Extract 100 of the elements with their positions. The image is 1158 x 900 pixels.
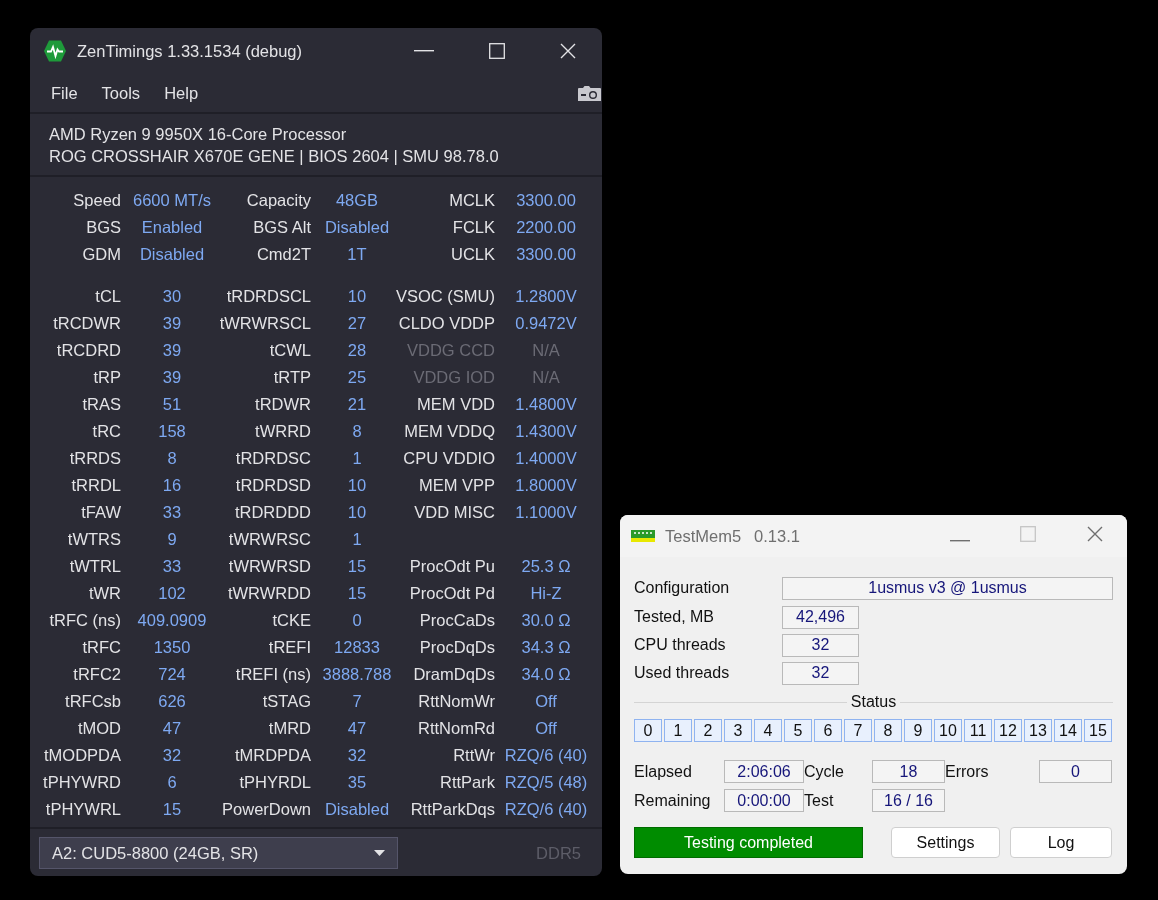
value-field: 32 — [782, 633, 859, 657]
timing-label: BGS — [86, 218, 121, 237]
timing-value: 39 — [162, 341, 182, 360]
value-field: 32 — [782, 661, 859, 685]
timing-label: tRFC (ns) — [49, 611, 121, 630]
field-label: Tested, MB — [634, 608, 716, 626]
timing-value: 39 — [162, 368, 182, 387]
timing-value: Disabled — [324, 800, 390, 819]
timing-label: MEM VPP — [418, 476, 495, 495]
timing-label: Capacity — [246, 191, 311, 210]
menu-item[interactable]: File — [51, 83, 78, 103]
value-field: 0:00:00 — [724, 789, 804, 812]
timing-label: tRDRDDD — [234, 503, 311, 522]
timing-value: 28 — [347, 341, 367, 360]
timing-value: 10 — [347, 287, 367, 306]
value-field: 18 — [872, 760, 945, 783]
timing-label: RttNomRd — [418, 719, 495, 738]
section-heading: Status — [849, 693, 898, 711]
timing-label: tFAW — [81, 503, 121, 522]
timing-value: 32 — [162, 746, 182, 765]
timing-label: RttWr — [453, 746, 495, 765]
thread-indicator: 1 — [664, 719, 692, 742]
timing-value: 1T — [347, 245, 367, 264]
timing-label: tWRRD — [255, 422, 311, 441]
status-banner: Testing completed — [634, 827, 863, 858]
thread-indicator: 13 — [1024, 719, 1052, 742]
timing-value: 2200.00 — [516, 218, 576, 237]
timing-label: CLDO VDDP — [398, 314, 495, 333]
timing-label: DramDqDs — [413, 665, 495, 684]
field-label: Cycle — [804, 762, 845, 781]
timing-value: Enabled — [141, 218, 203, 237]
field-label: CPU threads — [634, 636, 727, 654]
settings-button[interactable]: Settings — [891, 827, 1000, 858]
timing-label: RttParkDqs — [410, 800, 495, 819]
timing-label: MCLK — [449, 191, 495, 210]
timing-label: tWRWRDD — [227, 584, 311, 603]
timing-value: 33 — [162, 503, 182, 522]
timing-value: 3888.788 — [322, 665, 392, 684]
module-dropdown[interactable]: A2: CUD5-8800 (24GB, SR) — [39, 837, 398, 869]
timing-label: tWTRS — [67, 530, 121, 549]
timing-value: 47 — [162, 719, 182, 738]
timing-value: 15 — [347, 584, 367, 603]
thread-indicator: 5 — [784, 719, 812, 742]
timing-label: PowerDown — [222, 800, 311, 819]
menu-item[interactable]: Tools — [101, 83, 141, 103]
timing-label: ProcDqDs — [419, 638, 495, 657]
field-label: Test — [804, 791, 835, 810]
timing-label: FCLK — [452, 218, 495, 237]
timing-label: Cmd2T — [256, 245, 311, 264]
window-title: TestMem5 — [665, 526, 742, 546]
timing-label: tWRWRSC — [228, 530, 311, 549]
timing-label: GDM — [82, 245, 121, 264]
thread-indicator: 11 — [964, 719, 992, 742]
window-title: ZenTimings 1.33.1534 (debug) — [77, 41, 304, 61]
timing-label: tMRDPDA — [234, 746, 311, 765]
timing-value: 30 — [162, 287, 182, 306]
timing-label: tRDRDSC — [235, 449, 311, 468]
timing-value: RZQ/6 (40) — [504, 800, 588, 819]
minimize-icon[interactable] — [949, 540, 970, 542]
maximize-icon[interactable] — [489, 43, 505, 59]
timing-label: Speed — [73, 191, 121, 210]
timing-label: tRFC — [82, 638, 121, 657]
timing-value: 158 — [158, 422, 186, 441]
menu-item[interactable]: Help — [164, 83, 199, 103]
timing-value: 1.2800V — [515, 287, 577, 306]
log-button[interactable]: Log — [1010, 827, 1112, 858]
timing-value: 35 — [347, 773, 367, 792]
timing-value: 1.4300V — [515, 422, 577, 441]
timing-value: 10 — [347, 476, 367, 495]
timing-label: CPU VDDIO — [403, 449, 495, 468]
timing-label: tRRDL — [71, 476, 121, 495]
timing-value: RZQ/6 (40) — [504, 746, 588, 765]
timing-label: ProcOdt Pd — [409, 584, 495, 603]
timing-value: 626 — [158, 692, 186, 711]
timing-value: 15 — [347, 557, 367, 576]
timing-label: UCLK — [451, 245, 495, 264]
timing-value: 1350 — [153, 638, 191, 657]
timing-label: tPHYWRL — [45, 800, 121, 819]
camera-icon[interactable] — [577, 84, 602, 102]
timing-value: RZQ/5 (48) — [504, 773, 588, 792]
timing-value: 1 — [352, 530, 362, 549]
minimize-icon[interactable] — [414, 50, 434, 52]
timing-label: tRDRDSCL — [226, 287, 311, 306]
version-label: 0.13.1 — [754, 526, 801, 546]
timing-label: VDDG IOD — [413, 368, 495, 387]
timing-label: tRFCsb — [65, 692, 121, 711]
thread-indicator: 0 — [634, 719, 662, 742]
timing-value: 1.1000V — [515, 503, 577, 522]
value-field: 0 — [1039, 760, 1112, 783]
timing-label: RttPark — [440, 773, 495, 792]
value-field: 2:06:06 — [724, 760, 804, 783]
thread-indicator: 6 — [814, 719, 842, 742]
timing-label: tRP — [93, 368, 121, 387]
timing-value: 34.0 Ω — [521, 665, 571, 684]
timing-value: 21 — [347, 395, 367, 414]
timing-value: 1 — [352, 449, 362, 468]
thread-indicator: 14 — [1054, 719, 1082, 742]
thread-indicator: 4 — [754, 719, 782, 742]
timing-label: tREFI — [268, 638, 311, 657]
field-label: Configuration — [634, 579, 731, 597]
